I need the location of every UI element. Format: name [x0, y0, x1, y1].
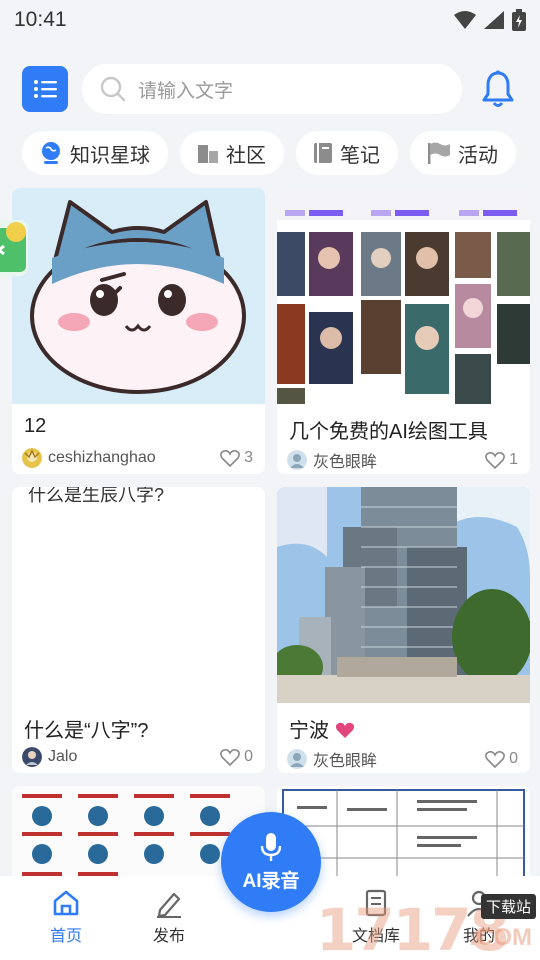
- battery-icon: [512, 9, 526, 31]
- avatar: [22, 747, 42, 767]
- category-bar: 知识星球 社区 笔记 活动: [22, 131, 516, 175]
- globe-icon: [42, 142, 60, 164]
- author-name: 灰色眼眸: [313, 753, 378, 770]
- avatar: [287, 450, 307, 470]
- category-knowledge[interactable]: 知识星球: [22, 131, 168, 175]
- avatar: [287, 749, 307, 769]
- post-card[interactable]: 几个免费的AI绘图工具 灰色眼眸 1: [277, 188, 530, 474]
- like-count: 0: [509, 750, 518, 767]
- category-label: 知识星球: [70, 144, 150, 167]
- post-author[interactable]: Jalo: [22, 747, 77, 767]
- search-placeholder: 请输入文字: [138, 80, 234, 102]
- post-title: 12: [24, 415, 47, 437]
- heart-icon: [485, 751, 506, 768]
- category-events[interactable]: 活动: [410, 131, 516, 175]
- image-icon: [0, 220, 28, 276]
- signal-icon: [484, 11, 504, 29]
- author-name: ceshizhanghao: [48, 449, 156, 466]
- post-title: 什么是“八字”?: [24, 720, 149, 742]
- like-count: 3: [244, 449, 253, 466]
- post-title-row: 宁波: [277, 703, 530, 742]
- top-bar: 请输入文字: [22, 64, 522, 114]
- bell-icon: [482, 70, 514, 107]
- nav-label: 发布: [152, 928, 185, 945]
- author-name: 灰色眼眸: [313, 454, 378, 471]
- heart-icon: [220, 749, 241, 766]
- site-watermark: 17178 下载站 .COM: [316, 888, 540, 960]
- post-meta: 灰色眼眸 0: [277, 741, 530, 771]
- avatar: [22, 448, 42, 468]
- like-count: 1: [509, 451, 518, 468]
- post-title: 宁波: [289, 720, 329, 742]
- post-thumbnail: 什么是生辰八字?: [12, 487, 265, 703]
- heart-emoji-icon: [335, 722, 354, 738]
- post-thumbnail: [12, 188, 265, 404]
- watermark-tag: 下载站: [480, 894, 536, 919]
- post-meta: 灰色眼眸 1: [277, 442, 530, 472]
- post-author[interactable]: 灰色眼眸: [287, 448, 377, 472]
- nav-publish[interactable]: 发布: [134, 888, 204, 946]
- menu-button[interactable]: [22, 66, 68, 112]
- category-label: 社区: [226, 144, 266, 167]
- category-label: 活动: [458, 144, 498, 167]
- post-meta: Jalo 0: [12, 741, 265, 767]
- author-name: Jalo: [48, 748, 78, 765]
- building-photo: [277, 487, 530, 703]
- post-title: 几个免费的AI绘图工具: [289, 421, 488, 443]
- search-input[interactable]: 请输入文字: [82, 64, 462, 114]
- status-time: 10:41: [14, 8, 67, 31]
- ai-record-label: AI录音: [242, 870, 300, 892]
- post-card[interactable]: 什么是生辰八字? 什么是“八字”? Jalo 0: [12, 487, 265, 773]
- category-label: 笔记: [340, 144, 380, 167]
- microphone-icon: [260, 832, 282, 861]
- post-card[interactable]: 12 ceshizhanghao 3: [12, 188, 265, 474]
- heart-icon: [220, 450, 241, 467]
- post-author[interactable]: ceshizhanghao: [22, 448, 156, 468]
- wifi-icon: [454, 11, 476, 29]
- nav-label: 首页: [49, 928, 82, 945]
- like-button[interactable]: 1: [485, 451, 518, 469]
- post-card[interactable]: 宁波 灰色眼眸 0: [277, 487, 530, 773]
- notebook-icon: [314, 143, 332, 163]
- floating-side-widget[interactable]: [0, 220, 28, 276]
- notification-button[interactable]: [478, 66, 518, 112]
- home-icon: [53, 890, 79, 916]
- flag-icon: [428, 142, 450, 164]
- buildings-icon: [198, 145, 218, 163]
- category-community[interactable]: 社区: [180, 131, 284, 175]
- thumbnail-text: 什么是生辰八字?: [28, 487, 165, 505]
- cat-illustration: [12, 188, 265, 404]
- ai-art-collage: [277, 188, 530, 404]
- post-author[interactable]: 灰色眼眸: [287, 747, 377, 771]
- status-bar: 10:41: [0, 0, 540, 40]
- like-button[interactable]: 3: [220, 449, 253, 467]
- post-thumbnail: [277, 188, 530, 404]
- nav-home[interactable]: 首页: [31, 888, 101, 946]
- category-notes[interactable]: 笔记: [296, 131, 398, 175]
- watermark-suffix: .COM: [469, 924, 532, 951]
- post-thumbnail: [277, 487, 530, 703]
- like-button[interactable]: 0: [220, 748, 253, 766]
- post-meta: ceshizhanghao 3: [12, 442, 265, 468]
- like-button[interactable]: 0: [485, 750, 518, 768]
- pencil-icon: [157, 892, 181, 918]
- status-icons: [454, 9, 526, 31]
- list-icon: [34, 80, 57, 98]
- like-count: 0: [244, 748, 253, 765]
- heart-icon: [485, 452, 506, 469]
- ai-record-button[interactable]: AI录音: [221, 812, 321, 912]
- search-icon: [100, 76, 126, 102]
